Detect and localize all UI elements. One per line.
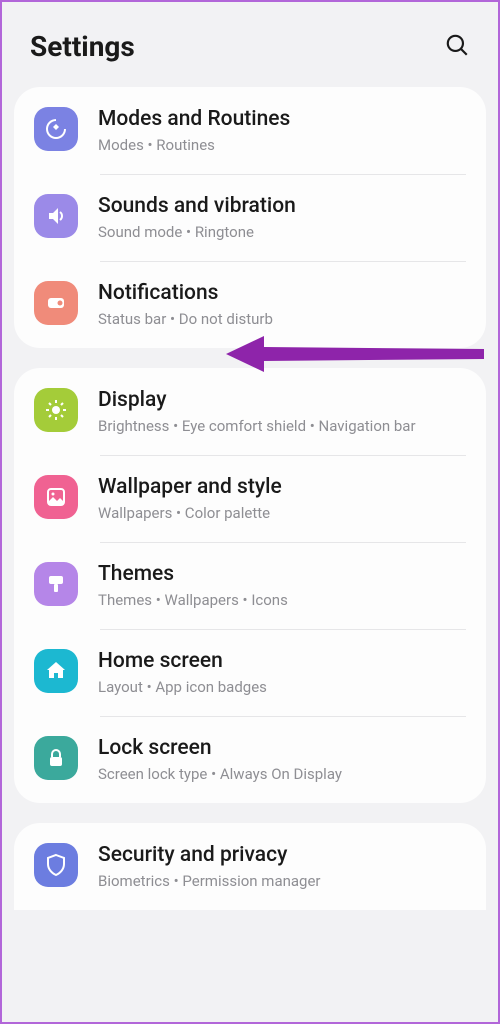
settings-group: Display Brightness • Eye comfort shield … — [14, 368, 486, 803]
header: Settings — [2, 2, 498, 87]
item-title: Display — [98, 388, 466, 412]
item-text: Notifications Status bar • Do not distur… — [98, 279, 466, 330]
brightness-icon — [34, 388, 78, 432]
page-title: Settings — [30, 30, 135, 63]
item-text: Wallpaper and style Wallpapers • Color p… — [98, 473, 466, 524]
speaker-icon — [34, 194, 78, 238]
item-title: Wallpaper and style — [98, 475, 466, 499]
item-display[interactable]: Display Brightness • Eye comfort shield … — [14, 368, 486, 455]
notification-icon — [34, 281, 78, 325]
item-title: Security and privacy — [98, 843, 466, 867]
item-title: Themes — [98, 562, 466, 586]
item-title: Sounds and vibration — [98, 194, 466, 218]
lock-icon — [34, 736, 78, 780]
item-sub: Wallpapers • Color palette — [98, 503, 466, 524]
item-sub: Modes • Routines — [98, 135, 466, 156]
item-sub: Biometrics • Permission manager — [98, 871, 466, 892]
image-icon — [34, 475, 78, 519]
home-icon — [34, 649, 78, 693]
settings-group: Security and privacy Biometrics • Permis… — [14, 823, 486, 910]
item-text: Themes Themes • Wallpapers • Icons — [98, 560, 466, 611]
paint-icon — [34, 562, 78, 606]
item-sub: Brightness • Eye comfort shield • Naviga… — [98, 416, 466, 437]
item-themes[interactable]: Themes Themes • Wallpapers • Icons — [14, 542, 486, 629]
item-title: Home screen — [98, 649, 466, 673]
item-text: Home screen Layout • App icon badges — [98, 647, 466, 698]
item-modes-routines[interactable]: Modes and Routines Modes • Routines — [14, 87, 486, 174]
item-text: Security and privacy Biometrics • Permis… — [98, 841, 466, 892]
item-sub: Status bar • Do not disturb — [98, 309, 466, 330]
item-sub: Screen lock type • Always On Display — [98, 764, 466, 785]
shield-icon — [34, 843, 78, 887]
settings-group: Modes and Routines Modes • Routines Soun… — [14, 87, 486, 348]
item-lock-screen[interactable]: Lock screen Screen lock type • Always On… — [14, 716, 486, 803]
search-icon[interactable] — [444, 32, 470, 62]
item-sub: Layout • App icon badges — [98, 677, 466, 698]
item-text: Modes and Routines Modes • Routines — [98, 105, 466, 156]
item-notifications[interactable]: Notifications Status bar • Do not distur… — [14, 261, 486, 348]
item-security-privacy[interactable]: Security and privacy Biometrics • Permis… — [14, 823, 486, 910]
item-title: Lock screen — [98, 736, 466, 760]
item-text: Lock screen Screen lock type • Always On… — [98, 734, 466, 785]
item-sub: Themes • Wallpapers • Icons — [98, 590, 466, 611]
modes-icon — [34, 107, 78, 151]
item-title: Notifications — [98, 281, 466, 305]
item-sounds-vibration[interactable]: Sounds and vibration Sound mode • Ringto… — [14, 174, 486, 261]
item-text: Sounds and vibration Sound mode • Ringto… — [98, 192, 466, 243]
item-wallpaper-style[interactable]: Wallpaper and style Wallpapers • Color p… — [14, 455, 486, 542]
item-sub: Sound mode • Ringtone — [98, 222, 466, 243]
item-title: Modes and Routines — [98, 107, 466, 131]
item-home-screen[interactable]: Home screen Layout • App icon badges — [14, 629, 486, 716]
item-text: Display Brightness • Eye comfort shield … — [98, 386, 466, 437]
